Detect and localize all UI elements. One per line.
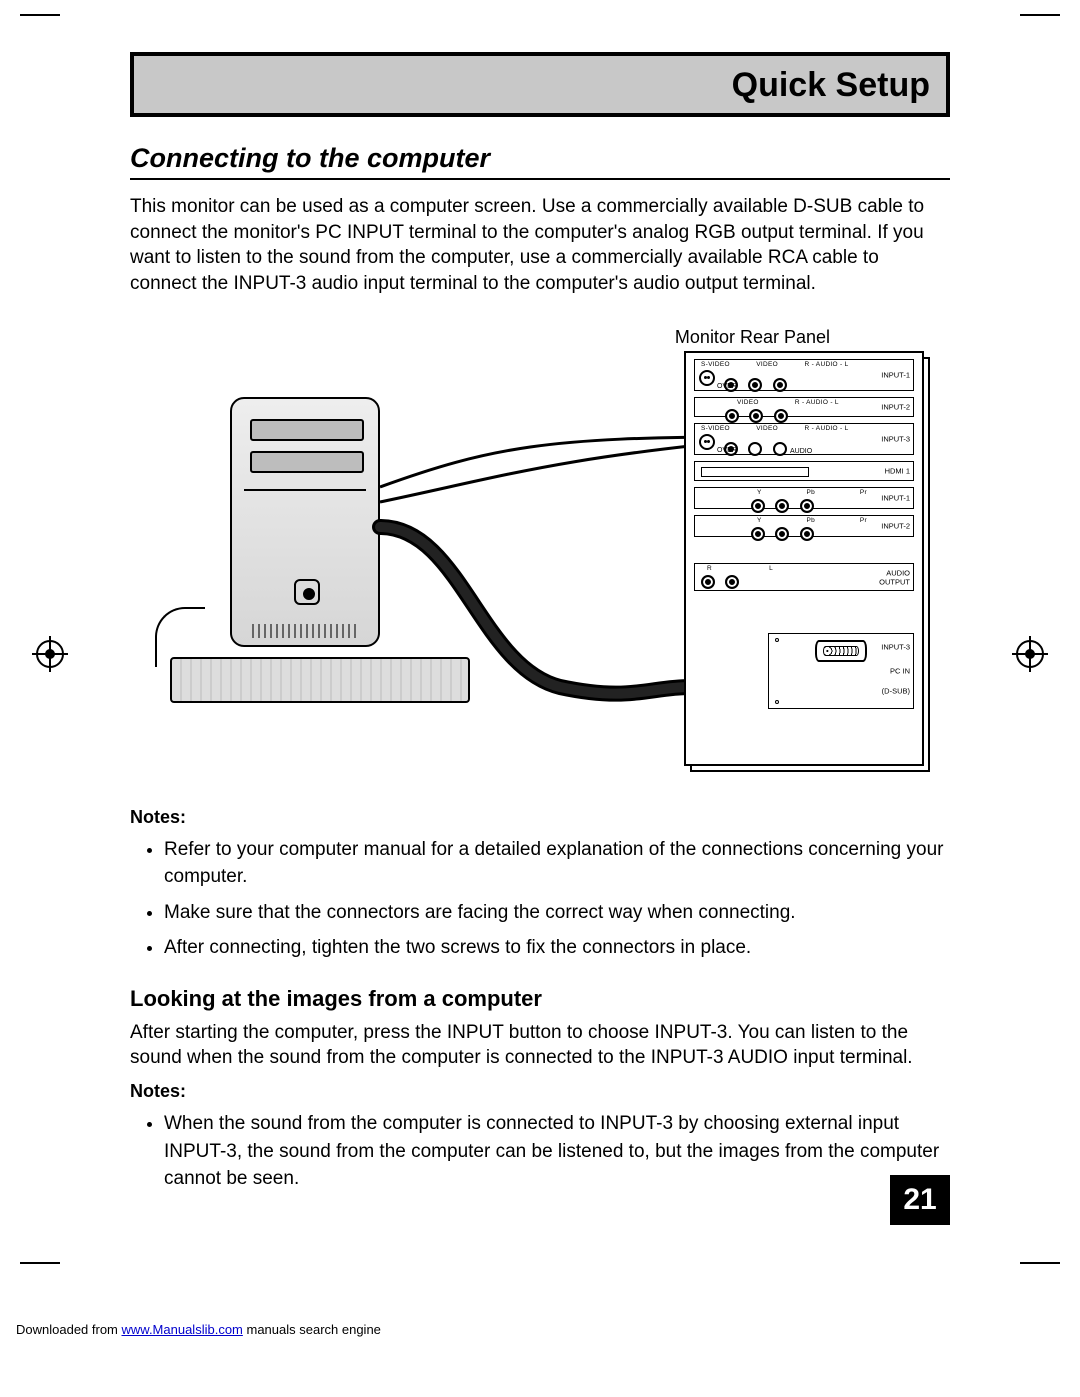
label-input1: INPUT-1 — [881, 370, 910, 379]
label-r: R — [707, 565, 712, 572]
label-dsub: (D-SUB) — [882, 687, 910, 696]
label-over: OVER — [717, 447, 737, 454]
label-l: L — [769, 565, 773, 572]
notes-heading: Notes: — [130, 807, 950, 828]
footer-suffix: manuals search engine — [243, 1322, 381, 1337]
crop-mark — [20, 14, 60, 16]
label-pb: Pb — [806, 489, 815, 496]
computer-tower-icon — [230, 397, 380, 647]
keyboard-icon — [170, 657, 470, 703]
title-bar: Quick Setup — [130, 52, 950, 117]
label-video: VIDEO — [756, 425, 778, 432]
crop-mark — [1020, 14, 1060, 16]
footer-link[interactable]: www.Manualslib.com — [122, 1322, 243, 1337]
note-item: After connecting, tighten the two screws… — [164, 934, 950, 962]
section-heading: Connecting to the computer — [130, 143, 950, 180]
label-pr: Pr — [860, 517, 867, 524]
note-item: Refer to your computer manual for a deta… — [164, 836, 950, 891]
subsection-heading: Looking at the images from a computer — [130, 986, 950, 1012]
label-hdmi1: HDMI 1 — [885, 466, 910, 475]
notes-heading: Notes: — [130, 1081, 950, 1102]
dsub-port-icon — [815, 640, 867, 662]
label-video: VIDEO — [756, 361, 778, 368]
footer-prefix: Downloaded from — [16, 1322, 122, 1337]
label-audio: R - AUDIO - L — [805, 361, 849, 368]
label-component-input1: INPUT-1 — [881, 493, 910, 502]
intro-paragraph: This monitor can be used as a computer s… — [130, 194, 950, 297]
label-video: VIDEO — [737, 399, 759, 406]
label-audio-sub: AUDIO — [790, 448, 812, 455]
registration-mark-icon — [1016, 640, 1044, 668]
label-pc-in: PC IN — [890, 666, 910, 675]
label-pr: Pr — [860, 489, 867, 496]
notes-list-2: When the sound from the computer is conn… — [164, 1110, 950, 1193]
label-over: OVER — [717, 383, 737, 390]
label-audio: R - AUDIO - L — [795, 399, 839, 406]
connection-diagram: Monitor Rear Panel — [130, 327, 950, 797]
label-svideo: S-VIDEO — [701, 425, 730, 432]
body-paragraph-2: After starting the computer, press the I… — [130, 1020, 950, 1071]
crop-mark — [20, 1262, 60, 1264]
label-component-input2: INPUT-2 — [881, 521, 910, 530]
label-audio: R - AUDIO - L — [805, 425, 849, 432]
page-number-text: 21 — [903, 1183, 936, 1217]
crop-mark — [1020, 1262, 1060, 1264]
label-pb: Pb — [806, 517, 815, 524]
label-audio-out2: OUTPUT — [879, 577, 910, 586]
note-item: When the sound from the computer is conn… — [164, 1110, 950, 1193]
diagram-caption: Monitor Rear Panel — [675, 327, 830, 348]
page-content: Quick Setup Connecting to the computer T… — [130, 52, 950, 1202]
label-input2: INPUT-2 — [881, 402, 910, 411]
label-input3: INPUT-3 — [881, 434, 910, 443]
label-audio-out1: AUDIO — [886, 568, 910, 577]
label-svideo: S-VIDEO — [701, 361, 730, 368]
registration-mark-icon — [36, 640, 64, 668]
note-item: Make sure that the connectors are facing… — [164, 899, 950, 927]
footer: Downloaded from www.Manualslib.com manua… — [16, 1322, 381, 1337]
label-y: Y — [757, 489, 762, 496]
label-y: Y — [757, 517, 762, 524]
rear-panel: S-VIDEO VIDEO R - AUDIO - L INPUT-1 OVER… — [684, 351, 924, 766]
label-pc-input3: INPUT-3 — [881, 642, 910, 651]
title-bar-text: Quick Setup — [732, 66, 930, 104]
notes-list-1: Refer to your computer manual for a deta… — [164, 836, 950, 962]
page-number: 21 — [890, 1175, 950, 1225]
